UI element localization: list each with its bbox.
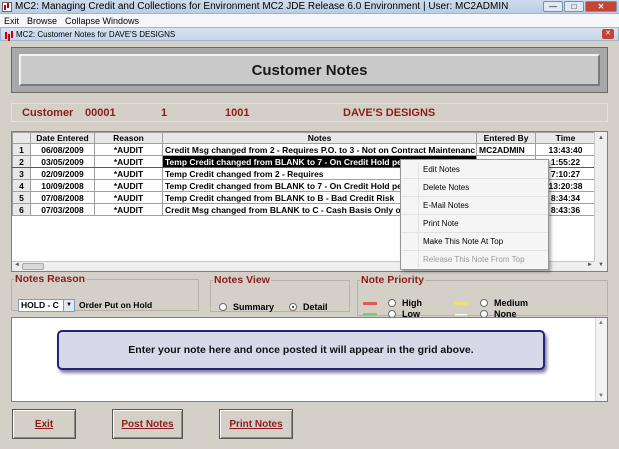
row-number: 1	[12, 143, 31, 156]
scroll-down-icon[interactable]: ▼	[595, 259, 607, 271]
exit-button[interactable]: Exit	[12, 409, 76, 439]
scroll-down-icon[interactable]: ▼	[598, 393, 604, 399]
cell-date[interactable]: 07/03/2008	[30, 203, 95, 216]
menu-item-release-top: Release This Note From Top	[423, 255, 525, 264]
reason-dropdown[interactable]: HOLD - C ▼	[18, 299, 75, 312]
high-color-swatch	[363, 302, 377, 305]
menu-browse[interactable]: Browse	[23, 16, 61, 26]
high-radio[interactable]: High	[388, 298, 422, 308]
app-title: MC2: Managing Credit and Collections for…	[15, 1, 509, 12]
low-color-swatch	[363, 313, 377, 316]
page-title: Customer Notes	[19, 54, 600, 86]
note-scrollbar[interactable]: ▲ ▼	[595, 318, 607, 401]
cell-reason[interactable]: *AUDIT	[94, 143, 163, 156]
cell-entered-by[interactable]: MC2ADMIN	[476, 143, 536, 156]
radio-icon	[388, 299, 396, 307]
minimize-button[interactable]: —	[543, 1, 563, 12]
context-menu: Edit Notes Delete Notes E-Mail Notes Pri…	[400, 159, 549, 270]
reason-description: Order Put on Hold	[79, 300, 153, 310]
menu-item-print-note[interactable]: Print Note	[401, 215, 548, 233]
customer-field-3: 1001	[225, 106, 250, 119]
scroll-up-icon[interactable]: ▲	[598, 320, 604, 326]
scroll-left-icon[interactable]: ◄	[14, 262, 20, 268]
cell-reason[interactable]: *AUDIT	[94, 203, 163, 216]
grid-header-row: Date Entered Reason Notes Entered By Tim…	[12, 132, 596, 144]
cell-time[interactable]: 13:43:40	[535, 143, 596, 156]
window-controls: — □ ✕	[543, 1, 617, 12]
reason-code: HOLD - C	[21, 300, 59, 310]
note-priority-group: Note Priority High Low Medium None	[357, 274, 608, 319]
menu-item-make-top[interactable]: Make This Note At Top	[401, 233, 548, 251]
chart-icon	[5, 30, 13, 39]
menu-collapse-windows[interactable]: Collapse Windows	[61, 16, 143, 26]
grid-vertical-scrollbar[interactable]: ▲ ▼	[594, 132, 607, 271]
column-header-notes[interactable]: Notes	[162, 132, 477, 144]
radio-selected-icon	[289, 303, 297, 311]
column-header-reason[interactable]: Reason	[94, 132, 163, 144]
customer-name: DAVE'S DESIGNS	[343, 106, 436, 119]
customer-field-2: 1	[161, 106, 168, 119]
cell-note[interactable]: Credit Msg changed from 2 - Requires P.O…	[162, 143, 477, 156]
column-header-entered-by[interactable]: Entered By	[476, 132, 536, 144]
cell-date[interactable]: 06/08/2009	[30, 143, 95, 156]
row-number-header	[12, 132, 31, 144]
high-label: High	[402, 298, 422, 308]
note-entry-hint: Enter your note here and once posted it …	[57, 330, 545, 370]
row-number: 4	[12, 179, 31, 192]
notes-view-group: Notes View Summary Detail	[210, 274, 350, 312]
column-header-date[interactable]: Date Entered	[30, 132, 95, 144]
medium-radio[interactable]: Medium	[480, 298, 528, 308]
detail-label: Detail	[303, 302, 328, 312]
menu-exit[interactable]: Exit	[0, 16, 23, 26]
app-title-bar: MC2: Managing Credit and Collections for…	[0, 0, 619, 14]
close-button[interactable]: ✕	[585, 1, 617, 12]
header-banner: Customer Notes	[11, 47, 608, 93]
row-number: 6	[12, 203, 31, 216]
menu-item-delete-notes[interactable]: Delete Notes	[401, 179, 548, 197]
notes-view-legend: Notes View	[214, 274, 270, 286]
detail-radio[interactable]: Detail	[289, 302, 328, 312]
menu-item-email-notes[interactable]: E-Mail Notes	[401, 197, 548, 215]
none-color-swatch	[454, 313, 468, 316]
scroll-thumb[interactable]	[22, 263, 44, 270]
column-header-time[interactable]: Time	[535, 132, 596, 144]
menu-item-edit-notes[interactable]: Edit Notes	[401, 161, 548, 179]
customer-label: Customer	[22, 106, 74, 119]
cell-date[interactable]: 03/05/2009	[30, 155, 95, 168]
cell-date[interactable]: 07/08/2008	[30, 191, 95, 204]
row-number: 3	[12, 167, 31, 180]
child-window-title-bar: MC2: Customer Notes for DAVE'S DESIGNS ✕	[0, 27, 619, 41]
cell-reason[interactable]: *AUDIT	[94, 179, 163, 192]
cell-reason[interactable]: *AUDIT	[94, 155, 163, 168]
radio-icon	[219, 303, 227, 311]
notes-reason-group: Notes Reason HOLD - C ▼ Order Put on Hol…	[11, 273, 199, 312]
summary-label: Summary	[233, 302, 275, 312]
medium-label: Medium	[494, 298, 529, 308]
print-notes-button[interactable]: Print Notes	[219, 409, 293, 439]
note-priority-legend: Note Priority	[361, 274, 425, 286]
customer-number: 00001	[85, 106, 116, 119]
notes-reason-legend: Notes Reason	[15, 273, 86, 285]
radio-icon	[480, 299, 488, 307]
app-icon	[2, 1, 12, 12]
maximize-button[interactable]: □	[564, 1, 584, 12]
customer-info: Customer 00001 1 1001 DAVE'S DESIGNS	[11, 103, 608, 122]
medium-color-swatch	[454, 302, 468, 305]
post-notes-button[interactable]: Post Notes	[112, 409, 183, 439]
child-window-title: MC2: Customer Notes for DAVE'S DESIGNS	[16, 29, 176, 39]
row-number: 5	[12, 191, 31, 204]
scroll-up-icon[interactable]: ▲	[595, 132, 607, 144]
cell-reason[interactable]: *AUDIT	[94, 191, 163, 204]
child-close-button[interactable]: ✕	[602, 29, 614, 39]
menu-bar: Exit Browse Collapse Windows	[0, 14, 619, 27]
row-number: 2	[12, 155, 31, 168]
cell-reason[interactable]: *AUDIT	[94, 167, 163, 180]
cell-date[interactable]: 10/09/2008	[30, 179, 95, 192]
table-row[interactable]: 1 06/08/2009 *AUDIT Credit Msg changed f…	[12, 143, 596, 156]
cell-date[interactable]: 02/09/2009	[30, 167, 95, 180]
summary-radio[interactable]: Summary	[219, 302, 274, 312]
chevron-down-icon[interactable]: ▼	[63, 300, 74, 311]
scroll-right-icon[interactable]: ►	[587, 262, 593, 268]
